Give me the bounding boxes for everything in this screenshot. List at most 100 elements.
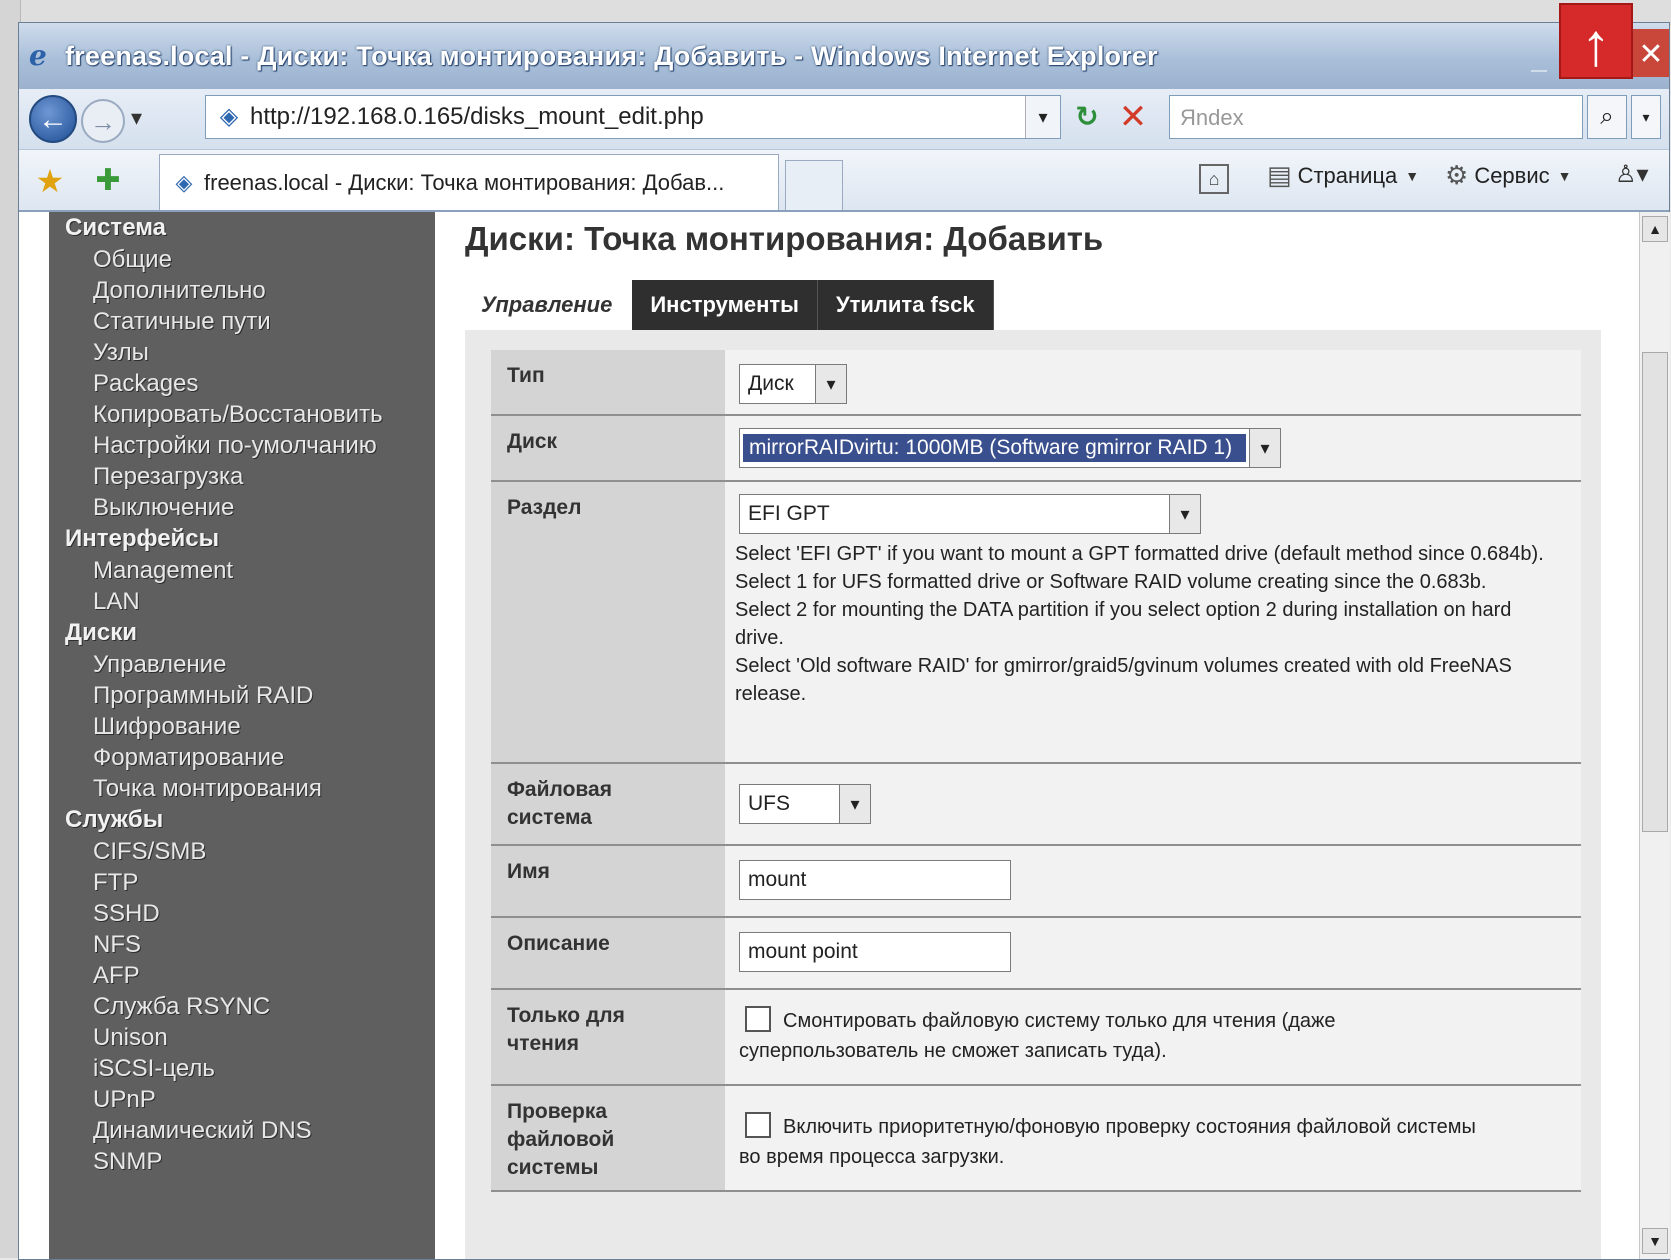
page-content: Система Общие Дополнительно Статичные пу…: [19, 212, 1639, 1259]
scroll-thumb[interactable]: [1642, 352, 1668, 832]
page-menu-label: Страница: [1297, 162, 1398, 188]
forward-button[interactable]: →: [81, 99, 125, 143]
chevron-down-icon: ▼: [1405, 167, 1420, 184]
menu-item-unison[interactable]: Unison: [49, 1022, 435, 1053]
tab-title: freenas.local - Диски: Точка монтировани…: [204, 169, 725, 195]
browser-tab[interactable]: ◈ freenas.local - Диски: Точка монтирова…: [159, 154, 779, 210]
label-cell: Раздел: [491, 482, 725, 762]
research-icon[interactable]: ♙▾: [1615, 160, 1649, 189]
minimize-button[interactable]: _: [1519, 29, 1559, 77]
label-cell: Описание: [491, 918, 725, 988]
scroll-up-icon[interactable]: ▲: [1642, 216, 1668, 242]
url-dropdown-icon[interactable]: ▾: [1025, 96, 1060, 138]
filesystem-label-line1: Файловая: [507, 778, 612, 801]
label-cell: Тип: [491, 350, 725, 414]
menu-group-services: Службы CIFS/SMB FTP SSHD NFS AFP Служба …: [49, 804, 435, 1177]
menu-item-software-raid[interactable]: Программный RAID: [49, 680, 435, 711]
menu-item-dyndns[interactable]: Динамический DNS: [49, 1115, 435, 1146]
menu-item-disk-management[interactable]: Управление: [49, 649, 435, 680]
label-cell: Диск: [491, 416, 725, 480]
menu-head-disks[interactable]: Диски: [49, 617, 435, 649]
menu-item-shutdown[interactable]: Выключение: [49, 492, 435, 523]
label-cell: Имя: [491, 846, 725, 916]
partition-select[interactable]: EFI GPT ▾: [739, 494, 1201, 534]
chevron-down-icon: ▾: [1249, 429, 1280, 467]
page-icon: ◈: [219, 103, 239, 130]
tools-menu[interactable]: ⚙ Сервис ▼: [1445, 160, 1572, 191]
menu-item-cifs[interactable]: CIFS/SMB: [49, 836, 435, 867]
help-line-1: Select 1 for UFS formatted drive or Soft…: [735, 571, 1487, 593]
menu-item-ftp[interactable]: FTP: [49, 867, 435, 898]
menu-item-advanced[interactable]: Дополнительно: [49, 275, 435, 306]
favorites-star-icon[interactable]: ★: [33, 164, 67, 198]
menu-head-system[interactable]: Система: [49, 212, 435, 244]
menu-item-snmp[interactable]: SNMP: [49, 1146, 435, 1177]
menu-head-interfaces[interactable]: Интерфейсы: [49, 523, 435, 555]
type-select[interactable]: Диск ▾: [739, 364, 847, 404]
fsck-text: Включить приоритетную/фоновую проверку с…: [739, 1116, 1476, 1168]
menu-item-rsync[interactable]: Служба RSYNC: [49, 991, 435, 1022]
search-placeholder: Яndex: [1180, 105, 1244, 130]
history-dropdown-icon[interactable]: ▾: [131, 105, 142, 131]
fsck-label: Проверка файловой системы: [507, 1098, 614, 1182]
menu-group-interfaces: Интерфейсы Management LAN: [49, 523, 435, 617]
back-button[interactable]: ←: [29, 95, 77, 143]
mount-form: Тип Диск ▾ Диск mirrorRAIDvirtu: 1000MB …: [465, 330, 1601, 1259]
menu-item-backup-restore[interactable]: Копировать/Восстановить: [49, 399, 435, 430]
menu-item-format[interactable]: Форматирование: [49, 742, 435, 773]
menu-item-encryption[interactable]: Шифрование: [49, 711, 435, 742]
menu-item-factory-defaults[interactable]: Настройки по-умолчанию: [49, 430, 435, 461]
feeds-icon[interactable]: ⌂: [1199, 164, 1229, 194]
url-input[interactable]: ◈ http://192.168.0.165/disks_mount_edit.…: [205, 95, 1061, 139]
search-icon[interactable]: ⌕: [1587, 95, 1627, 139]
close-button[interactable]: ✕: [1633, 29, 1669, 77]
search-input[interactable]: Яndex: [1169, 95, 1583, 139]
menu-item-mount-point[interactable]: Точка монтирования: [49, 773, 435, 804]
label-cell: Файловая система: [491, 764, 725, 844]
tab-bar: Управление Инструменты Утилита fsck: [465, 280, 994, 330]
field-cell: Смонтировать файловую систему только для…: [725, 990, 1581, 1084]
readonly-text: Смонтировать файловую систему только для…: [739, 1010, 1336, 1062]
disk-value: mirrorRAIDvirtu: 1000MB (Software gmirro…: [743, 434, 1246, 462]
tab-fsck[interactable]: Утилита fsck: [817, 280, 994, 330]
disk-select[interactable]: mirrorRAIDvirtu: 1000MB (Software gmirro…: [739, 428, 1281, 468]
menu-item-management[interactable]: Management: [49, 555, 435, 586]
name-input[interactable]: mount: [739, 860, 1011, 900]
page-menu[interactable]: ▤ Страница ▼: [1267, 160, 1419, 191]
scroll-down-icon[interactable]: ▼: [1642, 1228, 1668, 1254]
menu-item-upnp[interactable]: UPnP: [49, 1084, 435, 1115]
field-cell: EFI GPT ▾ Select 'EFI GPT' if you want t…: [725, 482, 1581, 762]
add-favorites-icon[interactable]: ✚: [91, 164, 125, 198]
menu-item-general[interactable]: Общие: [49, 244, 435, 275]
description-input[interactable]: mount point: [739, 932, 1011, 972]
filesystem-select[interactable]: UFS ▾: [739, 784, 871, 824]
menu-item-nfs[interactable]: NFS: [49, 929, 435, 960]
name-label: Имя: [507, 860, 550, 883]
menu-item-hosts[interactable]: Узлы: [49, 337, 435, 368]
menu-item-packages[interactable]: Packages: [49, 368, 435, 399]
menu-item-iscsi[interactable]: iSCSI-цель: [49, 1053, 435, 1084]
search-dropdown-icon[interactable]: ▾: [1631, 95, 1661, 139]
fsck-label-line3: системы: [507, 1156, 599, 1179]
tab-management[interactable]: Управление: [465, 280, 633, 330]
menu-item-static-routes[interactable]: Статичные пути: [49, 306, 435, 337]
label-cell: Проверка файловой системы: [491, 1086, 725, 1190]
menu-item-afp[interactable]: AFP: [49, 960, 435, 991]
description-label: Описание: [507, 932, 610, 955]
menu-item-sshd[interactable]: SSHD: [49, 898, 435, 929]
red-up-arrow-icon[interactable]: ↑: [1559, 3, 1633, 79]
help-line-efi: Select 'EFI GPT' if you want to mount a …: [735, 543, 1544, 565]
filesystem-label: Файловая система: [507, 776, 612, 832]
stop-icon[interactable]: ✕: [1113, 97, 1153, 137]
menu-item-reboot[interactable]: Перезагрузка: [49, 461, 435, 492]
new-tab-button[interactable]: [785, 160, 843, 210]
tab-tools[interactable]: Инструменты: [632, 280, 818, 330]
fsck-label-line1: Проверка: [507, 1100, 608, 1123]
vertical-scrollbar[interactable]: ▲ ▼: [1639, 212, 1670, 1259]
filesystem-value: UFS: [748, 792, 790, 815]
refresh-icon[interactable]: ↻: [1067, 97, 1107, 137]
row-readonly: Только для чтения Смонтировать файловую с…: [491, 990, 1581, 1086]
menu-item-lan[interactable]: LAN: [49, 586, 435, 617]
menu-group-disks: Диски Управление Программный RAID Шифров…: [49, 617, 435, 804]
menu-head-services[interactable]: Службы: [49, 804, 435, 836]
